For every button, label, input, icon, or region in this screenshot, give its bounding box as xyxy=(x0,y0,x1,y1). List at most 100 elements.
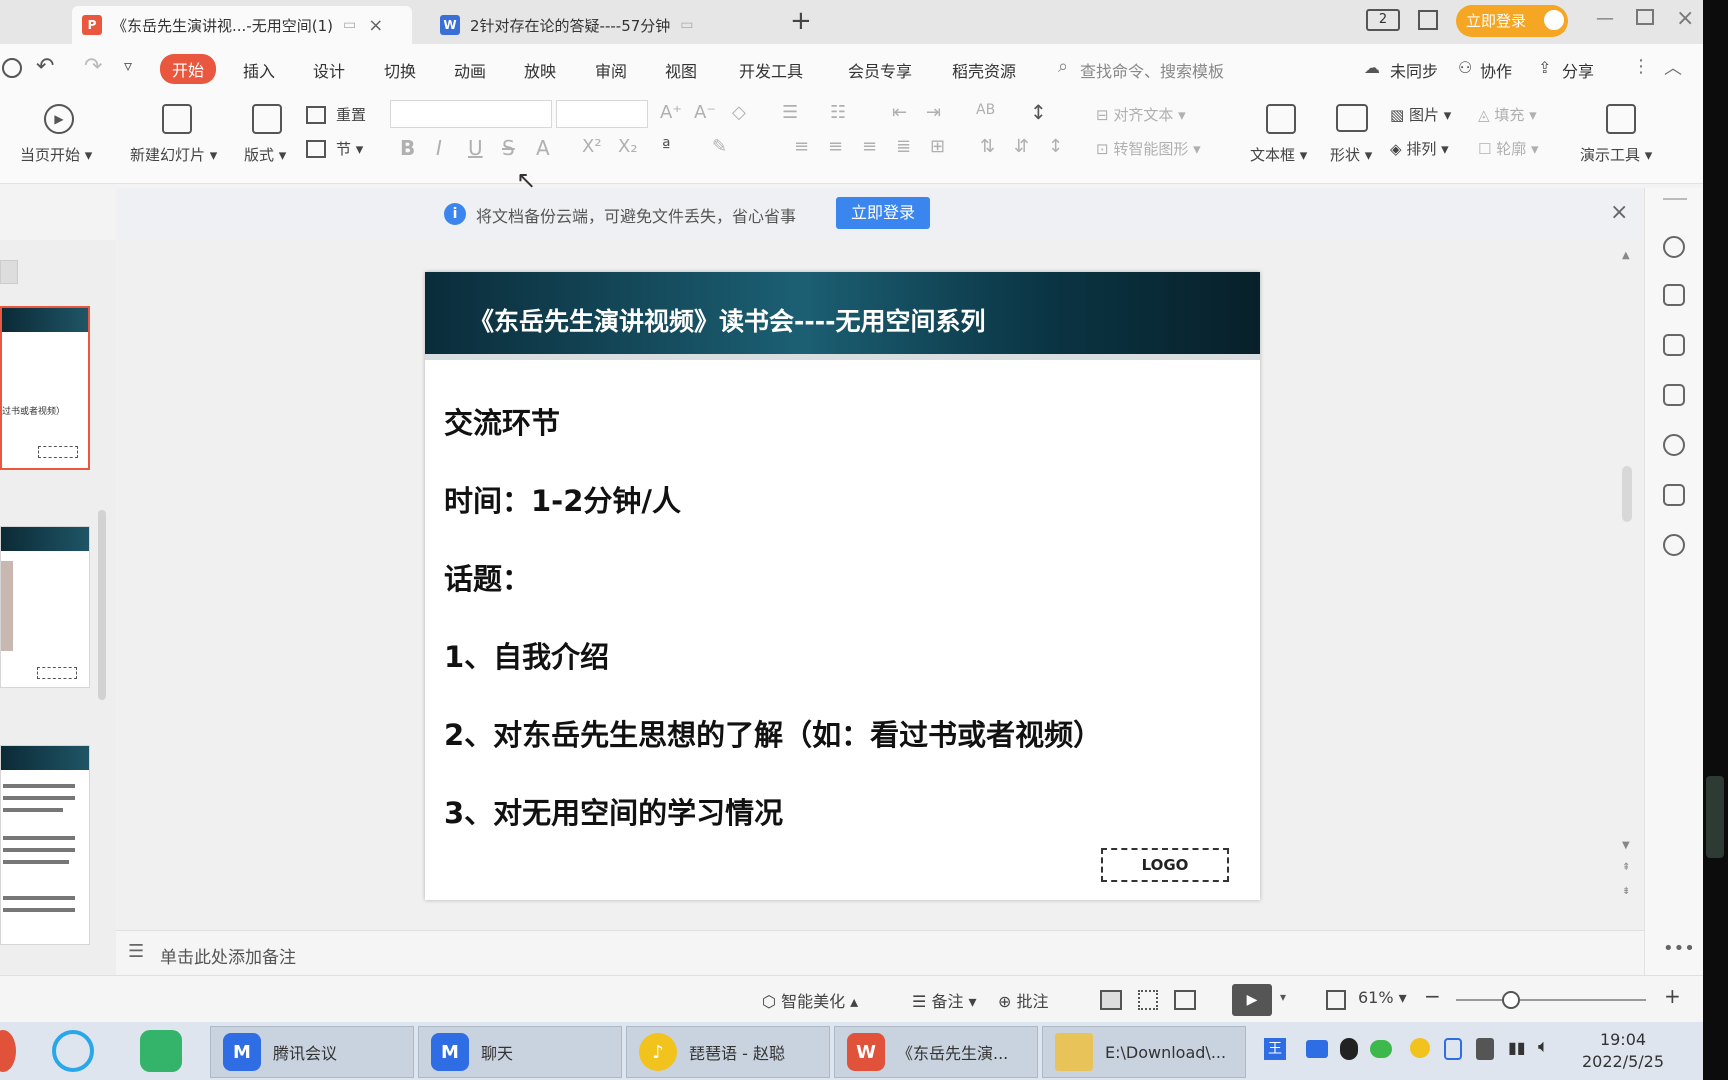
slide-time-line[interactable]: 时间：1-2分钟/人 xyxy=(444,478,681,520)
bullet-list-icon[interactable]: ☰ xyxy=(782,102,798,123)
menu-slideshow[interactable]: 放映 xyxy=(524,58,556,82)
taskbar-item-explorer[interactable]: E:\Download\... xyxy=(1042,1026,1246,1078)
new-slide-button[interactable]: 新建幻灯片 ▾ xyxy=(130,144,217,165)
minimize-icon[interactable]: — xyxy=(1596,8,1614,29)
slide-title[interactable]: 《东岳先生演讲视频》读书会----无用空间系列 xyxy=(469,302,986,338)
align-center-icon[interactable]: ≡ xyxy=(828,136,843,157)
present-tools-button[interactable]: 演示工具 ▾ xyxy=(1580,144,1652,165)
canvas-scrollbar[interactable] xyxy=(1622,466,1632,522)
undo-icon[interactable]: ↶ xyxy=(36,54,54,79)
notice-login-button[interactable]: 立即登录 xyxy=(836,197,930,229)
text-box-button[interactable]: 文本框 ▾ xyxy=(1250,144,1307,165)
shape-icon[interactable] xyxy=(1336,104,1368,132)
superscript-button[interactable]: X² xyxy=(582,136,602,157)
next-slide-icon[interactable]: ⇟ xyxy=(1622,886,1630,897)
font-size-select[interactable] xyxy=(556,100,648,128)
panel-tab[interactable] xyxy=(0,260,18,284)
taskbar-item-music[interactable]: ♪ 琵琶语 - 赵聪 xyxy=(626,1026,830,1078)
slide-sorter-icon[interactable] xyxy=(1138,990,1158,1010)
meeting-tray-icon[interactable] xyxy=(1306,1040,1328,1058)
properties-icon[interactable] xyxy=(1663,284,1685,306)
new-tab-button[interactable]: + xyxy=(790,6,812,36)
spacing-before-icon[interactable]: ⇅ xyxy=(980,136,995,157)
line-spacing-icon[interactable]: ↕ xyxy=(1030,100,1047,124)
music-tray-icon[interactable] xyxy=(1410,1038,1430,1058)
smart-beautify-button[interactable]: ⬡ 智能美化 ▴ xyxy=(762,988,858,1012)
taskbar-item-meeting[interactable]: M 腾讯会议 xyxy=(210,1026,414,1078)
notes-toggle-button[interactable]: ☰ 备注 ▾ xyxy=(912,988,977,1012)
more-options-icon[interactable]: ••• xyxy=(1663,938,1695,959)
slide-thumbnail-1[interactable]: 过书或者视频） xyxy=(0,306,90,470)
line-spacing-option-icon[interactable]: ↕ xyxy=(1048,136,1063,157)
align-left-icon[interactable]: ≡ xyxy=(794,136,809,157)
comment-button[interactable]: ⊕ 批注 xyxy=(998,988,1049,1012)
slide-thumbnail-3[interactable] xyxy=(0,745,90,945)
taskbar-item-presentation[interactable]: W 《东岳先生演... xyxy=(834,1026,1038,1078)
align-right-icon[interactable]: ≡ xyxy=(862,136,877,157)
play-from-current-button[interactable]: 当页开始 ▾ xyxy=(20,144,92,165)
preview-icon[interactable] xyxy=(2,58,22,78)
qq-tray-icon[interactable] xyxy=(1340,1038,1358,1060)
smart-art-button[interactable]: ⊡ 转智能图形 ▾ xyxy=(1096,138,1201,159)
network-icon[interactable]: ▮▮ xyxy=(1508,1038,1526,1057)
align-text-button[interactable]: ⊟ 对齐文本 ▾ xyxy=(1096,104,1186,125)
slide-item-3[interactable]: 3、对无用空间的学习情况 xyxy=(444,790,783,832)
thumbnail-scrollbar[interactable] xyxy=(98,510,106,700)
fit-window-icon[interactable] xyxy=(1326,990,1346,1010)
notes-placeholder[interactable]: 单击此处添加备注 xyxy=(160,943,296,968)
increase-indent-icon[interactable]: ⇥ xyxy=(926,102,941,123)
slide-topic-line[interactable]: 话题： xyxy=(444,556,531,598)
wechat-tray-icon[interactable] xyxy=(1370,1040,1392,1058)
restore-icon[interactable] xyxy=(1636,9,1654,25)
menu-design[interactable]: 设计 xyxy=(313,58,345,82)
star-icon[interactable] xyxy=(1663,334,1685,356)
fill-button[interactable]: ◬ 填充 ▾ xyxy=(1478,104,1537,125)
search-app-icon[interactable] xyxy=(52,1030,94,1072)
rocket-icon[interactable] xyxy=(1663,236,1685,258)
current-slide[interactable]: 《东岳先生演讲视频》读书会----无用空间系列 交流环节 时间：1-2分钟/人 … xyxy=(425,272,1260,900)
menu-member[interactable]: 会员专享 xyxy=(848,58,912,82)
menu-developer[interactable]: 开发工具 xyxy=(739,58,803,82)
collab-button[interactable]: 协作 xyxy=(1480,58,1512,82)
increase-font-icon[interactable]: A⁺ xyxy=(660,102,682,123)
menu-docer[interactable]: 稻壳资源 xyxy=(952,58,1016,82)
font-family-select[interactable] xyxy=(390,100,552,128)
reading-view-icon[interactable] xyxy=(1174,990,1196,1010)
decrease-font-icon[interactable]: A⁻ xyxy=(694,102,716,123)
help-icon[interactable] xyxy=(1663,434,1685,456)
arrange-button[interactable]: ◈ 排列 ▾ xyxy=(1390,138,1449,159)
distribute-icon[interactable]: ⊞ xyxy=(930,136,945,157)
zoom-in-button[interactable]: + xyxy=(1664,984,1681,1008)
volume-icon[interactable]: 🔈︎ xyxy=(1538,1036,1549,1057)
decrease-indent-icon[interactable]: ⇤ xyxy=(892,102,907,123)
tab-presentation[interactable]: P 《东岳先生演讲视...-无用空间(1) ▭ × xyxy=(72,6,412,44)
ai-icon[interactable] xyxy=(1663,484,1685,506)
redo-icon[interactable]: ↷ xyxy=(84,54,102,79)
phonetic-icon[interactable]: ª xyxy=(662,136,670,157)
slide-heading[interactable]: 交流环节 xyxy=(444,400,560,442)
underline-button[interactable]: U xyxy=(468,136,483,160)
slideshow-play-button[interactable]: ▶ xyxy=(1232,984,1272,1016)
more-icon[interactable]: ⋮ xyxy=(1632,56,1650,77)
picture-button[interactable]: ▧ 图片 ▾ xyxy=(1390,104,1451,125)
share-button[interactable]: 分享 xyxy=(1562,58,1594,82)
menu-home[interactable]: 开始 xyxy=(160,54,217,84)
scroll-up-icon[interactable]: ▲ xyxy=(1622,250,1630,261)
page-indicator[interactable]: 2 xyxy=(1366,9,1400,31)
zoom-slider-handle[interactable] xyxy=(1502,991,1520,1009)
layout-icon[interactable] xyxy=(252,104,282,134)
prev-slide-icon[interactable]: ⇞ xyxy=(1622,862,1630,873)
new-slide-icon[interactable] xyxy=(162,104,192,134)
slide-thumbnail-2[interactable] xyxy=(0,526,90,688)
clear-format-icon[interactable]: ◇ xyxy=(732,102,746,123)
subscript-button[interactable]: X₂ xyxy=(618,136,638,157)
close-window-icon[interactable]: × xyxy=(1676,6,1694,31)
font-color-button[interactable]: A xyxy=(536,136,550,160)
backup-icon[interactable] xyxy=(1663,384,1685,406)
spacing-after-icon[interactable]: ⇵ xyxy=(1014,136,1029,157)
close-notice-icon[interactable]: × xyxy=(1610,200,1628,225)
present-tools-icon[interactable] xyxy=(1606,104,1636,134)
input-method-icon[interactable]: 王 xyxy=(1264,1038,1286,1060)
close-icon[interactable]: × xyxy=(368,15,383,36)
menu-insert[interactable]: 插入 xyxy=(243,58,275,82)
